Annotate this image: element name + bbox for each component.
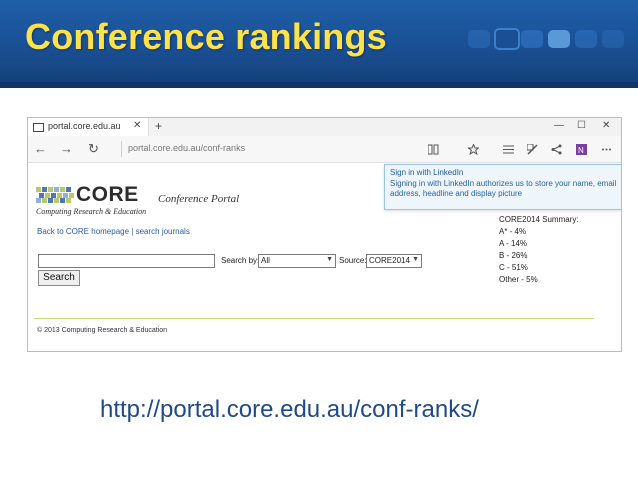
signin-description: Signing in with LinkedIn authorizes us t… <box>390 179 617 198</box>
hub-icon[interactable] <box>503 142 514 154</box>
footer-divider <box>34 318 594 319</box>
tab-title: portal.core.edu.au <box>48 121 121 131</box>
slide-header: Conference rankings <box>0 0 638 88</box>
core-logo-mosaic <box>36 187 74 203</box>
chevron-down-icon: ▼ <box>326 256 333 263</box>
close-window-icon[interactable]: ✕ <box>602 120 610 131</box>
address-text: portal.core.edu.au/conf-ranks <box>128 143 246 153</box>
url-caption[interactable]: http://portal.core.edu.au/conf-ranks/ <box>100 396 479 424</box>
summary-item: Other - 5% <box>499 275 538 284</box>
favorite-star-icon[interactable] <box>467 142 480 156</box>
chevron-down-icon: ▼ <box>412 256 419 263</box>
copyright-text: © 2013 Computing Research & Education <box>37 327 168 334</box>
new-tab-button[interactable]: + <box>155 119 162 133</box>
source-label: Source: <box>339 256 367 265</box>
signin-title[interactable]: Sign in with LinkedIn <box>390 168 463 177</box>
maximize-icon[interactable]: ☐ <box>577 120 586 131</box>
browser-tab[interactable]: portal.core.edu.au ✕ <box>28 118 149 136</box>
header-decoration <box>521 30 543 48</box>
summary-heading: CORE2014 Summary: <box>499 215 579 224</box>
portal-title: Conference Portal <box>158 193 240 205</box>
header-decoration <box>602 30 624 48</box>
search-button[interactable]: Search <box>38 270 80 286</box>
address-bar[interactable]: portal.core.edu.au/conf-ranks <box>121 141 392 157</box>
header-decoration <box>548 30 570 48</box>
onenote-icon[interactable]: N <box>576 142 587 155</box>
search-input[interactable] <box>38 254 215 268</box>
slide-title: Conference rankings <box>25 16 387 57</box>
linkedin-signin-popup[interactable]: Sign in with LinkedIn Signing in with Li… <box>384 164 621 210</box>
header-decoration <box>575 30 597 48</box>
close-tab-icon[interactable]: ✕ <box>133 120 141 131</box>
header-decoration <box>468 30 490 48</box>
forward-icon[interactable]: → <box>60 141 73 156</box>
search-by-select[interactable]: All ▼ <box>258 254 336 268</box>
web-note-icon[interactable] <box>526 142 538 155</box>
back-icon[interactable]: ← <box>34 141 47 156</box>
core-tagline: Computing Research & Education <box>36 207 147 216</box>
core-logo-text: CORE <box>76 183 139 206</box>
minimize-icon[interactable]: — <box>554 120 564 131</box>
more-icon[interactable] <box>601 142 612 153</box>
summary-item: A* - 4% <box>499 227 527 236</box>
browser-window: portal.core.edu.au ✕ + — ☐ ✕ ← → ↻ porta… <box>27 117 622 352</box>
page-links: Back to CORE homepage | search journals <box>37 227 190 236</box>
search-journals-link[interactable]: search journals <box>136 227 190 236</box>
share-icon[interactable] <box>551 142 562 155</box>
search-by-value: All <box>261 256 270 265</box>
navigation-bar: ← → ↻ portal.core.edu.au/conf-ranks N <box>28 136 621 163</box>
summary-item: A - 14% <box>499 239 528 248</box>
refresh-icon[interactable]: ↻ <box>88 141 99 157</box>
header-decoration <box>494 28 520 50</box>
summary-item: C - 51% <box>499 263 528 272</box>
rank-summary: CORE2014 Summary: A* - 4% A - 14% B - 26… <box>499 214 579 286</box>
page-icon <box>33 123 44 132</box>
tab-bar: portal.core.edu.au ✕ + — ☐ ✕ <box>28 118 621 137</box>
search-by-label: Search by: <box>221 256 260 265</box>
reading-view-icon[interactable] <box>427 142 439 155</box>
summary-item: B - 26% <box>499 251 528 260</box>
source-value: CORE2014 <box>369 256 410 265</box>
svg-text:N: N <box>578 146 584 155</box>
source-select[interactable]: CORE2014 ▼ <box>366 254 422 268</box>
back-to-home-link[interactable]: Back to CORE homepage <box>37 227 129 236</box>
